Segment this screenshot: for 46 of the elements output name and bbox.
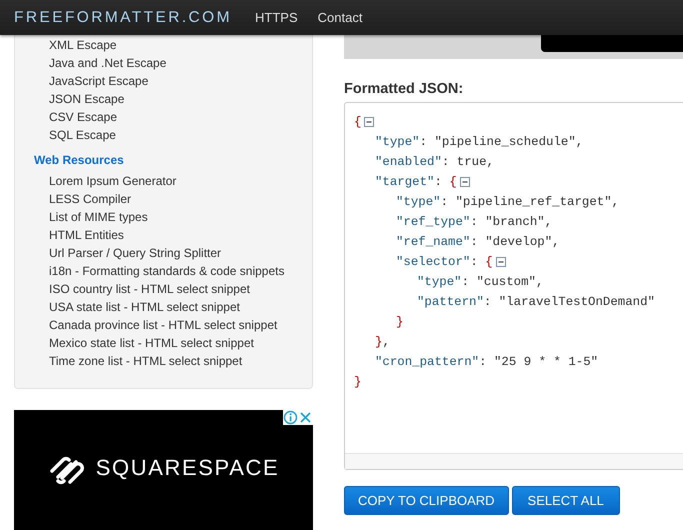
collapse-icon[interactable] xyxy=(364,117,374,127)
code-line: "type": "pipeline_ref_target", xyxy=(396,194,620,211)
sidebar-link[interactable]: HTML Entities xyxy=(49,226,124,244)
code-line: "pattern": "laravelTestOnDemand" xyxy=(417,294,655,311)
copy-button[interactable]: COPY TO CLIPBOARD xyxy=(344,486,509,515)
site-logo[interactable]: FREEFORMATTER.COM xyxy=(14,8,255,26)
horizontal-scrollbar[interactable] xyxy=(345,453,683,469)
sidebar-link[interactable]: CSV Escape xyxy=(49,108,118,126)
code-line: } xyxy=(354,374,362,391)
sidebar-link[interactable]: List of MIME types xyxy=(49,208,148,226)
code-line: "ref_type": "branch", xyxy=(396,214,552,231)
code-line: "selector": { xyxy=(396,254,493,271)
code-line: "enabled": true, xyxy=(375,154,494,171)
code-line: "type": "pipeline_schedule", xyxy=(375,134,584,151)
sidebar-link[interactable]: JSON Escape xyxy=(49,90,124,108)
sidebar-link[interactable]: USA state list - HTML select snippet xyxy=(49,298,240,316)
sidebar-link[interactable]: Mexico state list - HTML select snippet xyxy=(49,334,254,352)
sidebar-link[interactable]: SQL Escape xyxy=(49,126,116,144)
sidebar-link[interactable]: ISO country list - HTML select snippet xyxy=(49,280,250,298)
sidebar-link[interactable]: Time zone list - HTML select snippet xyxy=(49,352,242,370)
brand-name: SQUARESPACE xyxy=(96,454,280,482)
section-heading: Web Resources xyxy=(34,152,124,169)
collapse-icon[interactable] xyxy=(496,257,506,267)
advertisement[interactable]: SQUARESPACE xyxy=(14,410,313,530)
nav-link[interactable]: HTTPS xyxy=(255,10,298,25)
nav-link[interactable]: Contact xyxy=(318,10,362,25)
code-line: "ref_name": "develop", xyxy=(396,234,560,251)
select-all-button[interactable]: SELECT ALL xyxy=(512,486,620,515)
code-line: } xyxy=(396,314,404,331)
code-line: "target": { xyxy=(375,174,457,191)
code-line: "cron_pattern": "25 9 * * 1-5" xyxy=(375,354,598,371)
code-line: "type": "custom", xyxy=(417,274,544,291)
sidebar-link[interactable]: XML Escape xyxy=(49,36,117,54)
sidebar-link[interactable]: JavaScript Escape xyxy=(49,72,148,90)
code-line: }, xyxy=(375,334,390,351)
sidebar-link[interactable]: Java and .Net Escape xyxy=(49,54,166,72)
sidebar-link[interactable]: LESS Compiler xyxy=(49,190,132,208)
sidebar-link[interactable]: Url Parser / Query String Splitter xyxy=(49,244,222,262)
sidebar-link[interactable]: Lorem Ipsum Generator xyxy=(49,172,176,190)
code-line: { xyxy=(354,114,362,131)
section-title: Formatted JSON: xyxy=(344,80,464,98)
sidebar-link[interactable]: i18n - Formatting standards & code snippets xyxy=(49,262,284,280)
info-icon[interactable] xyxy=(283,410,298,425)
close-icon[interactable] xyxy=(298,410,313,425)
sidebar-link[interactable]: Canada province list - HTML select snippet xyxy=(49,316,278,334)
collapse-icon[interactable] xyxy=(460,177,470,187)
